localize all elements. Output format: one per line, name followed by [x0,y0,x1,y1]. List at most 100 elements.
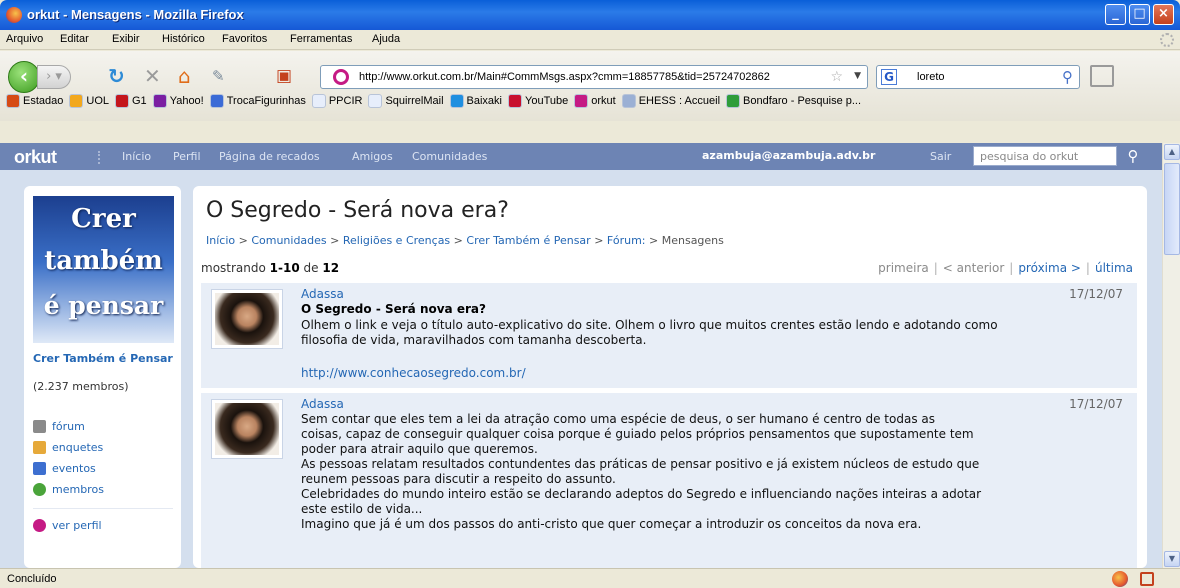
url-bar[interactable]: http://www.orkut.com.br/Main#CommMsgs.as… [320,65,868,89]
message-link[interactable]: http://www.conhecaosegredo.com.br/ [301,366,526,380]
bookmark-label: Bondfaro - Pesquise p... [743,95,862,107]
orkut-nav-comunidades[interactable]: Comunidades [412,150,487,163]
bookmark-item[interactable]: Yahoo! [152,94,204,108]
scroll-down-button[interactable]: ▼ [1164,551,1180,567]
message-line: As pessoas relatam resultados contundent… [301,457,980,471]
bookmark-icon [726,94,741,108]
vertical-scrollbar[interactable]: ▲ ▼ [1162,143,1180,568]
menu-exibir[interactable]: Exibir [112,33,140,45]
sidebar-divider [33,508,173,509]
message-line: poder para atrair aquilo que queremos. [301,442,538,456]
pager-first: primeira [878,261,929,275]
community-name[interactable]: Crer Também é Pensar [33,352,173,366]
stop-icon[interactable]: ✕ [144,64,161,88]
orkut-nav-perfil[interactable]: Perfil [173,150,201,163]
menu-ajuda[interactable]: Ajuda [372,33,400,45]
orkut-favicon-icon [333,69,349,85]
community-image[interactable]: Crer também é pensar [33,196,174,343]
tool-icon[interactable]: ✎ [212,64,225,88]
bookmark-item[interactable]: Bondfaro - Pesquise p... [726,94,861,108]
bookmark-item[interactable]: YouTube [508,94,568,108]
orkut-logo[interactable]: orkut [14,147,57,168]
menu-favoritos[interactable]: Favoritos [222,33,267,45]
message-line: Sem contar que eles tem a lei da atração… [301,412,935,426]
sidebar-link-eventos[interactable]: eventos [33,462,96,475]
scroll-up-button[interactable]: ▲ [1164,144,1180,160]
bookmark-item[interactable]: G1 [115,94,147,108]
status-page-icon[interactable] [1140,572,1154,586]
firefox-icon [6,7,22,23]
message-line: este estilo de vida... [301,502,423,516]
orkut-header: orkut Início Perfil Página de recados Am… [0,143,1162,170]
sidebar-link-ver-perfil[interactable]: ver perfil [33,519,102,532]
status-bar: Concluído [0,568,1180,588]
forward-button[interactable]: › ▾ [37,65,71,89]
url-dropdown-icon[interactable]: ▼ [854,71,861,81]
menu-editar[interactable]: Editar [60,33,89,45]
scroll-thumb[interactable] [1164,163,1180,255]
cover-text-line-1: Crer [71,204,136,234]
close-button[interactable]: × [1153,4,1174,25]
avatar[interactable] [211,289,283,349]
sidebar-link-label: ver perfil [52,519,102,532]
sidebar-link-forum[interactable]: fórum [33,420,85,433]
home-icon[interactable]: ⌂ [178,64,191,88]
maximize-button[interactable]: □ [1129,4,1150,25]
orkut-search-input[interactable]: pesquisa do orkut [973,146,1117,166]
community-members-count: (2.237 membros) [33,380,129,393]
bookmark-item[interactable]: PPCIR [311,94,362,108]
bookmark-label: orkut [591,95,616,107]
breadcrumb-comunidades[interactable]: Comunidades [251,234,326,247]
menu-historico[interactable]: Histórico [162,33,205,45]
page-icon[interactable]: ▣ [276,64,292,88]
bookmark-item[interactable]: EHESS : Accueil [621,94,720,108]
breadcrumb-religioes[interactable]: Religiões e Crenças [343,234,450,247]
pager-last[interactable]: última [1095,261,1133,275]
bookmark-item[interactable]: orkut [574,94,616,108]
throbber-icon [1160,33,1174,47]
message-item: Adassa 17/12/07 Sem contar que eles tem … [201,393,1137,568]
breadcrumb-community[interactable]: Crer Também é Pensar [466,234,590,247]
breadcrumb-forum[interactable]: Fórum: [607,234,646,247]
breadcrumb-inicio[interactable]: Início [206,234,235,247]
search-icon[interactable]: ⚲ [1062,68,1073,86]
browser-search-bar[interactable]: G loreto ⚲ [876,65,1080,89]
status-firefox-icon[interactable] [1112,571,1128,587]
window-title: orkut - Mensagens - Mozilla Firefox [27,7,244,22]
pager-next[interactable]: próxima > [1018,261,1081,275]
menu-ferramentas[interactable]: Ferramentas [290,33,352,45]
bookmark-star-icon[interactable]: ☆ [830,69,843,85]
reload-icon[interactable]: ↻ [108,64,125,88]
message-date: 17/12/07 [1069,397,1123,411]
back-button[interactable]: ‹ [8,61,40,93]
orkut-nav-inicio[interactable]: Início [122,150,151,163]
bookmark-item[interactable]: Estadao [6,94,63,108]
pager-prev: < anterior [942,261,1005,275]
sidebar-link-label: eventos [52,462,96,475]
message-subject: O Segredo - Será nova era? [301,302,486,316]
logout-link[interactable]: Sair [930,150,951,163]
bookmark-item[interactable]: TrocaFigurinhas [209,94,306,108]
bookmark-icon [368,94,383,108]
message-author[interactable]: Adassa [301,397,344,411]
bookmark-item[interactable]: Baixaki [449,94,502,108]
message-author[interactable]: Adassa [301,287,344,301]
profile-icon [33,519,46,532]
showing-range: 1-10 [269,261,300,275]
avatar[interactable] [211,399,283,459]
menu-arquivo[interactable]: Arquivo [6,33,43,45]
bookmark-item[interactable]: SquirrelMail [368,94,444,108]
showing-prefix: mostrando [201,261,266,275]
page-viewport: orkut Início Perfil Página de recados Am… [0,143,1162,568]
orkut-search-icon[interactable]: ⚲ [1119,146,1147,167]
bookmark-item[interactable]: UOL [69,94,109,108]
orkut-nav-amigos[interactable]: Amigos [352,150,393,163]
bookmark-label: Yahoo! [169,95,204,107]
bookmark-label: YouTube [525,95,569,107]
minimize-button[interactable]: _ [1105,4,1126,25]
orkut-nav-recados[interactable]: Página de recados [219,150,320,163]
sidebar-toggle-icon[interactable] [1090,65,1114,87]
google-icon[interactable]: G [881,69,897,85]
sidebar-link-membros[interactable]: membros [33,483,104,496]
sidebar-link-enquetes[interactable]: enquetes [33,441,103,454]
